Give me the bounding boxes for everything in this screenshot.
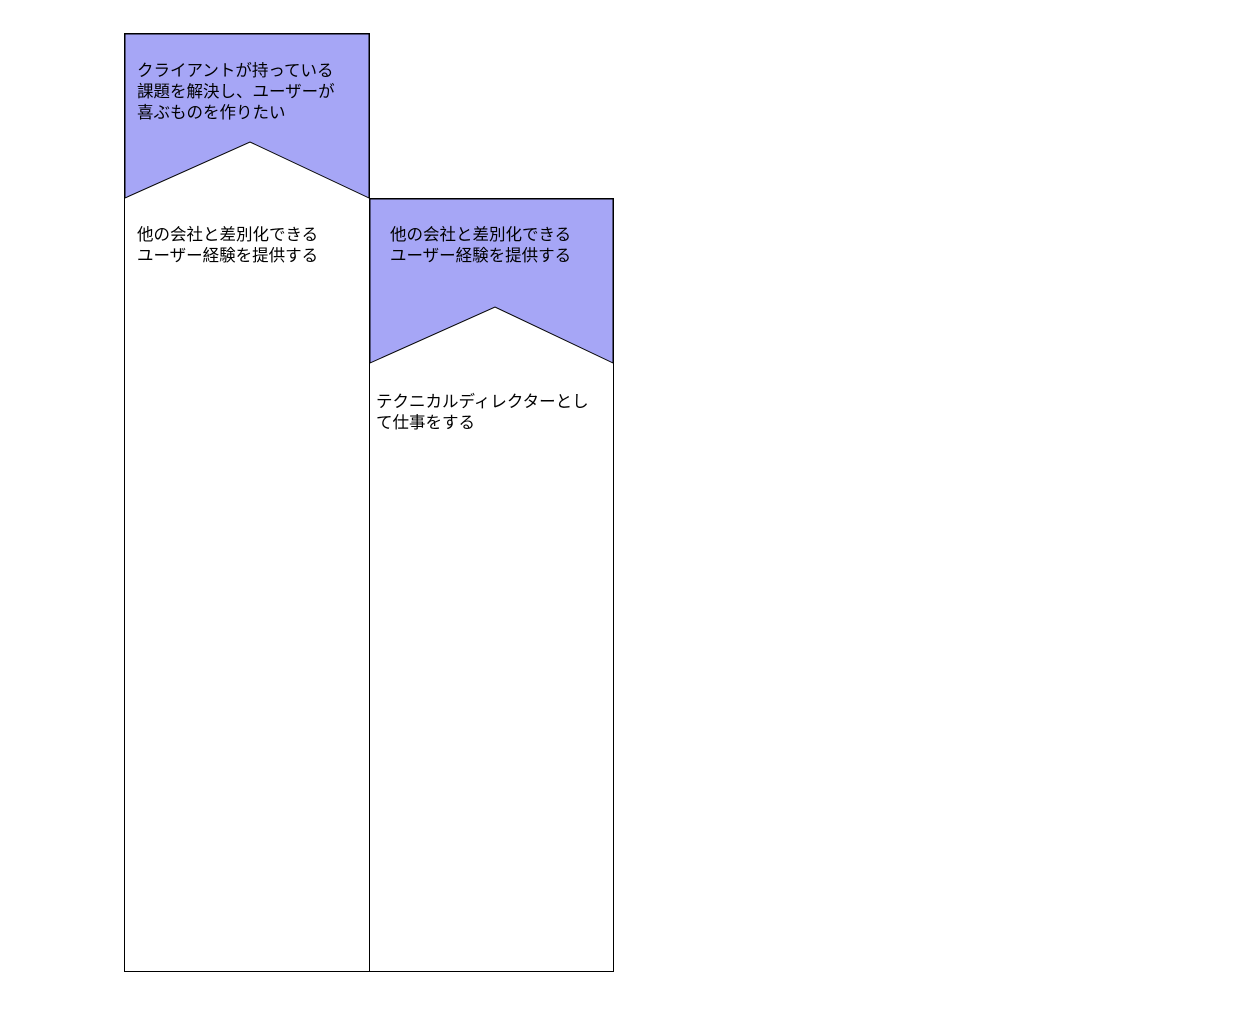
column-2-body-text: テクニカルディレクターとし て仕事をする (376, 392, 589, 432)
column-2[interactable]: 他の会社と差別化できる ユーザー経験を提供する テクニカルディレクターとし て仕… (369, 198, 614, 972)
column-1[interactable]: クライアントが持っている 課題を解決し、ユーザーが 喜ぶものを作りたい 他の会社… (124, 33, 370, 972)
column-1-header-text: クライアントが持っている 課題を解決し、ユーザーが 喜ぶものを作りたい (137, 61, 335, 122)
column-2-header-text: 他の会社と差別化できる ユーザー経験を提供する (390, 225, 572, 265)
diagram-canvas: クライアントが持っている 課題を解決し、ユーザーが 喜ぶものを作りたい 他の会社… (0, 0, 1257, 1024)
column-1-body-text: 他の会社と差別化できる ユーザー経験を提供する (137, 225, 319, 265)
